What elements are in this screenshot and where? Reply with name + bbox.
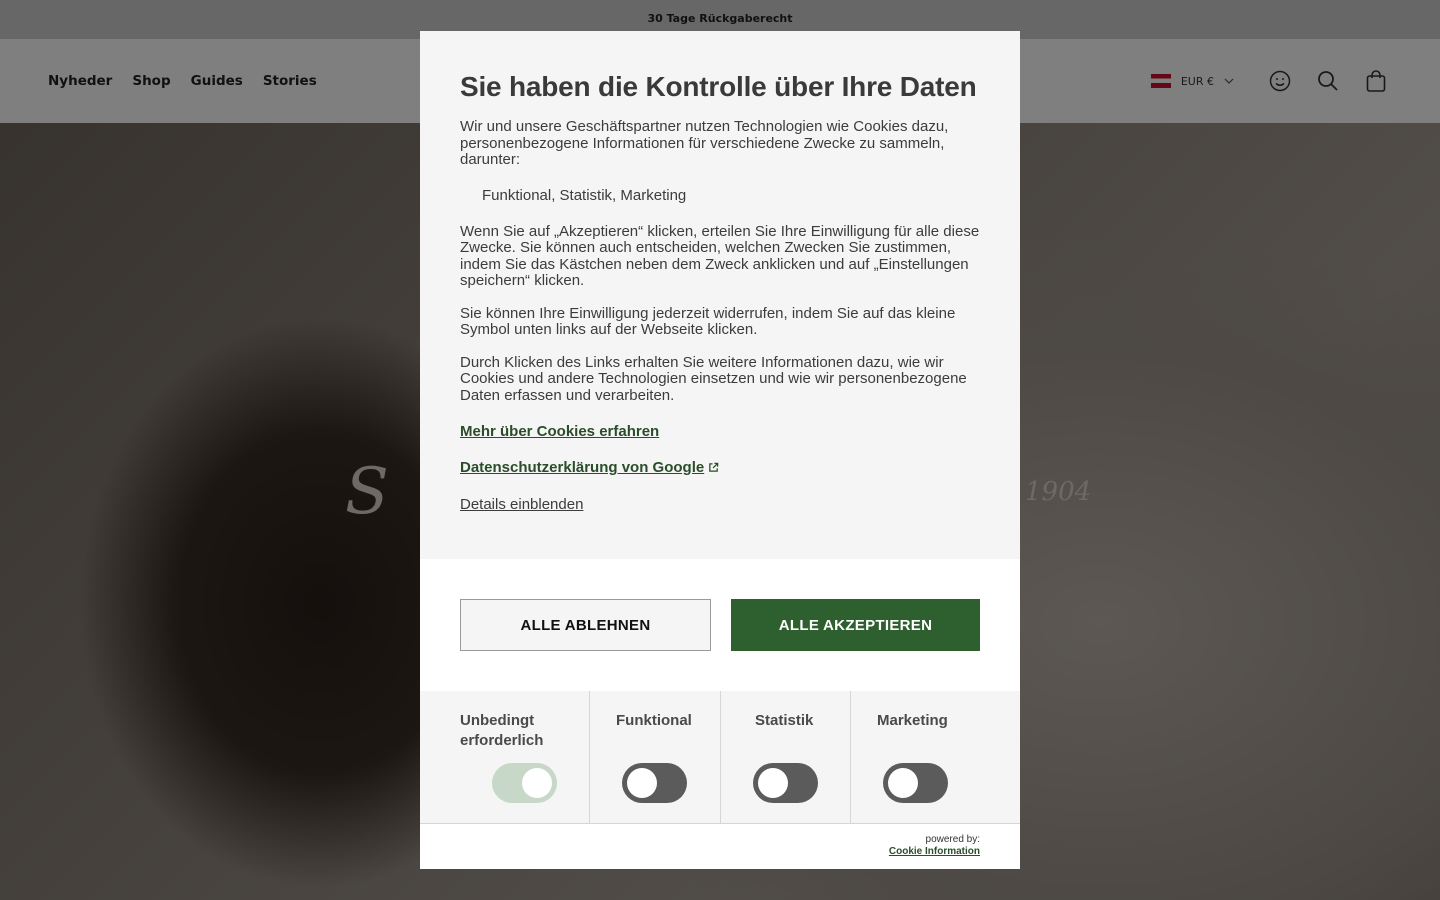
category-label-marketing: Marketing	[877, 712, 948, 729]
consent-button-row: ALLE ABLEHNEN ALLE AKZEPTIEREN	[420, 559, 1020, 691]
consent-title: Sie haben die Kontrolle über Ihre Daten	[460, 71, 977, 102]
category-marketing: Marketing	[851, 691, 1020, 823]
cookie-information-link[interactable]: Cookie Information	[889, 846, 980, 858]
consent-categories: Unbedingt erforderlich Funktional Statis…	[420, 691, 1020, 823]
cookies-info-link[interactable]: Mehr über Cookies erfahren	[460, 423, 659, 440]
category-necessary: Unbedingt erforderlich	[420, 691, 590, 823]
category-label-necessary: Unbedingt erforderlich	[460, 712, 544, 749]
category-label-statistics: Statistik	[755, 712, 814, 729]
reject-all-button[interactable]: ALLE ABLEHNEN	[460, 599, 711, 651]
toggle-statistics[interactable]	[753, 763, 818, 803]
external-link-icon	[709, 462, 719, 472]
category-functional: Funktional	[590, 691, 721, 823]
google-privacy-link-row: Datenschutzerklärung von Google	[460, 457, 980, 476]
toggle-functional[interactable]	[622, 763, 687, 803]
consent-body: Sie haben die Kontrolle über Ihre Daten …	[420, 31, 1020, 559]
consent-purposes: Funktional, Statistik, Marketing	[482, 186, 687, 204]
consent-footer: powered by: Cookie Information	[420, 823, 1020, 869]
consent-withdraw-info: Sie können Ihre Einwilligung jederzeit w…	[460, 304, 956, 338]
accept-all-button[interactable]: ALLE AKZEPTIEREN	[731, 599, 980, 651]
show-details-link[interactable]: Details einblenden	[460, 496, 583, 513]
category-label-functional: Funktional	[616, 712, 692, 729]
powered-by: powered by: Cookie Information	[889, 834, 980, 858]
category-statistics: Statistik	[721, 691, 851, 823]
consent-links-info: Durch Klicken des Links erhalten Sie wei…	[460, 353, 967, 404]
consent-intro: Wir und unsere Geschäftspartner nutzen T…	[460, 118, 949, 168]
cookie-consent-dialog: Sie haben die Kontrolle über Ihre Daten …	[420, 31, 1020, 869]
consent-accept-info: Wenn Sie auf „Akzeptieren“ klicken, erte…	[460, 222, 980, 289]
google-privacy-link[interactable]: Datenschutzerklärung von Google	[460, 459, 704, 476]
toggle-marketing[interactable]	[883, 763, 948, 803]
toggle-necessary	[492, 763, 557, 803]
powered-by-label: powered by:	[925, 834, 980, 845]
